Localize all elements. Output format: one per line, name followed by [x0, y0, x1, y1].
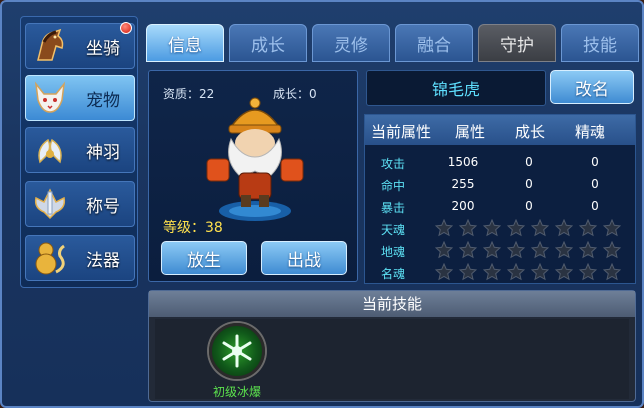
sidebar-item-title[interactable]: 称号 [25, 181, 135, 227]
star-icon [435, 219, 453, 237]
star-icon [483, 219, 501, 237]
tab-growth[interactable]: 成长 [229, 24, 307, 62]
star-icon [555, 241, 573, 259]
gourd-dragon-icon [28, 236, 72, 280]
star-icon [507, 241, 525, 259]
row-label-hit: 命中 [381, 179, 406, 193]
star-icon [507, 263, 525, 281]
pet-name-field: 锦毛虎 [366, 70, 546, 106]
star-icon [459, 219, 477, 237]
sidebar-item-mount[interactable]: 坐骑 [25, 22, 135, 69]
feather-wing-icon [28, 128, 72, 172]
hit-value: 255 [451, 177, 475, 191]
tab-guard[interactable]: 守护 [478, 24, 556, 62]
header-attr: 属性 [455, 123, 486, 141]
star-icon [483, 263, 501, 281]
tab-fusion[interactable]: 融合 [395, 24, 473, 62]
pet-model [206, 97, 304, 221]
star-icon [579, 263, 597, 281]
star-icon [531, 263, 549, 281]
row-label-crit: 暴击 [381, 201, 406, 215]
header-current-attr: 当前属性 [371, 123, 432, 141]
rename-button[interactable]: 改名 [550, 70, 634, 104]
fox-icon [28, 76, 72, 120]
level-prefix: 等级： [163, 220, 205, 236]
star-icon [459, 241, 477, 259]
skill-name: 初级冰爆 [212, 385, 261, 399]
star-icon [555, 219, 573, 237]
crit-growth: 0 [525, 199, 533, 213]
sidebar-item-pet[interactable]: 宠物 [25, 75, 135, 121]
pet-level: 等级：38 [163, 217, 223, 237]
star-icon [507, 219, 525, 237]
horse-icon [28, 24, 72, 68]
notification-badge [120, 22, 132, 34]
release-button[interactable]: 放生 [161, 241, 247, 275]
crit-value: 200 [451, 199, 475, 213]
sidebar-item-label: 法器 [86, 250, 120, 271]
sword-emblem-icon [28, 182, 72, 226]
star-icon [483, 241, 501, 259]
ice-burst-icon[interactable] [209, 323, 265, 379]
battle-button[interactable]: 出战 [261, 241, 347, 275]
pet-display-panel: 资质：22 成长：0 等级：38 放生 出战 [148, 70, 358, 282]
pet-window: 坐骑 宠物 神羽 称号 法器 信息 成长 灵修 融合 守护 技能 资质：22 成… [0, 0, 644, 408]
sidebar-item-artifact[interactable]: 法器 [25, 235, 135, 281]
star-icon [603, 219, 621, 237]
skill-panel: 当前技能 初级冰爆 [148, 290, 636, 402]
star-icon [531, 219, 549, 237]
star-icon [603, 263, 621, 281]
skill-panel-title: 当前技能 [149, 291, 635, 317]
tab-cultivation[interactable]: 灵修 [312, 24, 390, 62]
star-icon [531, 241, 549, 259]
level-value: 38 [205, 220, 223, 236]
header-growth: 成长 [515, 123, 546, 141]
crit-soul: 0 [591, 199, 599, 213]
attack-soul: 0 [591, 155, 599, 169]
sidebar-item-label: 神羽 [86, 142, 120, 163]
star-icon [435, 263, 453, 281]
star-icon [435, 241, 453, 259]
row-label-heaven-soul: 天魂 [381, 223, 406, 237]
table-header: 当前属性 属性 成长 精魂 [365, 115, 635, 145]
sidebar-item-label: 称号 [86, 196, 120, 217]
star-icon [459, 263, 477, 281]
attack-growth: 0 [525, 155, 533, 169]
tab-bar: 信息 成长 灵修 融合 守护 技能 [146, 24, 640, 62]
star-icon [603, 241, 621, 259]
skill-list: 初级冰爆 [155, 319, 629, 399]
hit-soul: 0 [591, 177, 599, 191]
attribute-table: 当前属性 属性 成长 精魂 攻击 1506 0 0 命中 255 0 0 暴击 … [364, 114, 636, 284]
row-label-earth-soul: 地魂 [381, 245, 406, 259]
tab-info[interactable]: 信息 [146, 24, 224, 62]
row-label-attack: 攻击 [381, 157, 406, 171]
category-sidebar: 坐骑 宠物 神羽 称号 法器 [20, 16, 138, 288]
row-label-name-soul: 名魂 [381, 267, 406, 281]
star-icon [579, 219, 597, 237]
tab-skills[interactable]: 技能 [561, 24, 639, 62]
header-soul: 精魂 [575, 123, 606, 141]
star-icon [555, 263, 573, 281]
sidebar-item-label: 宠物 [86, 90, 120, 111]
star-icon [579, 241, 597, 259]
hit-growth: 0 [525, 177, 533, 191]
attack-value: 1506 [447, 155, 479, 169]
sidebar-item-feather[interactable]: 神羽 [25, 127, 135, 173]
sidebar-item-label: 坐骑 [86, 38, 120, 59]
